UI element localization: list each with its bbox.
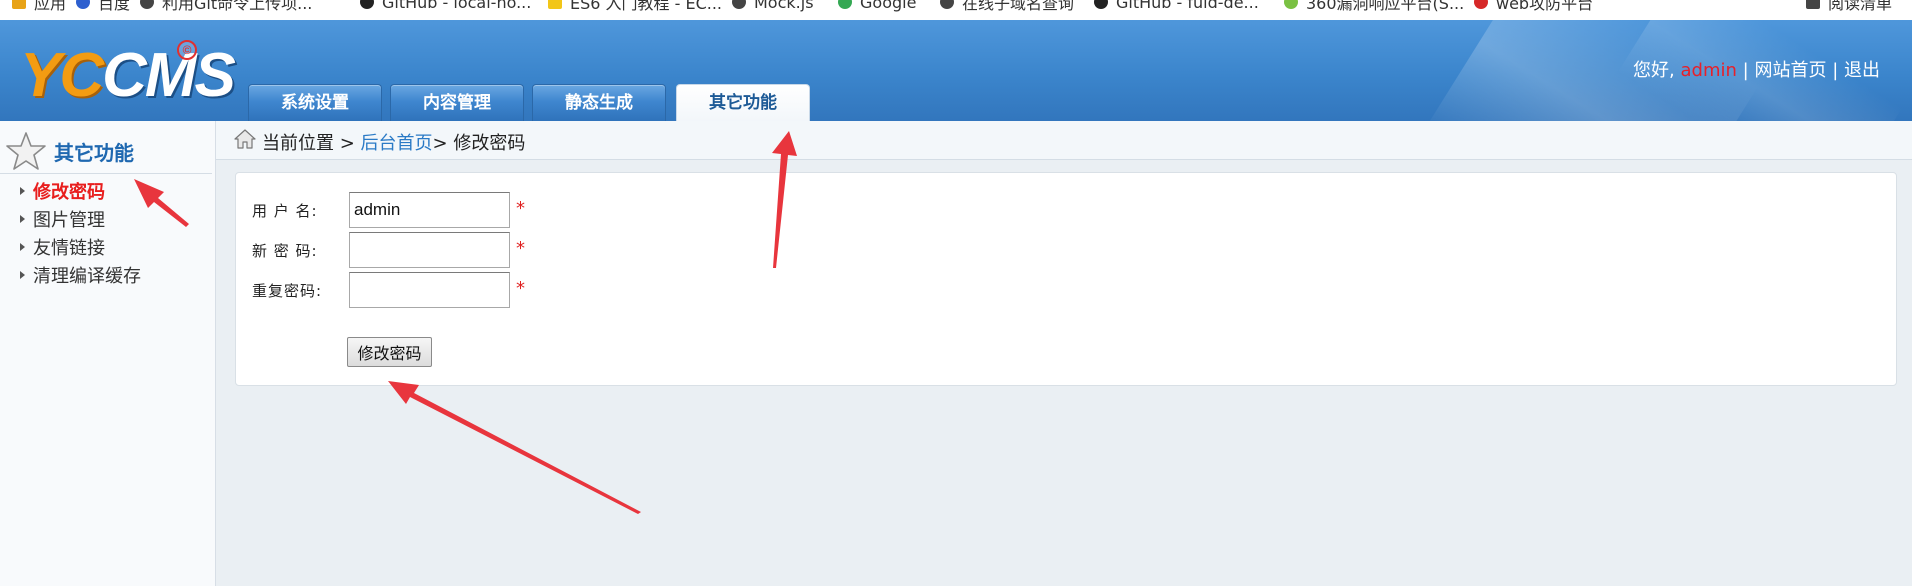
username-label: 用 户 名: [252, 202, 318, 220]
bookmark-label: ES6 入门教程 - EC... [570, 0, 723, 13]
home-icon [234, 129, 256, 149]
tab-system-settings[interactable]: 系统设置 [248, 84, 382, 121]
repeat-password-label: 重复密码: [252, 282, 323, 300]
bookmark-label: 百度 [98, 0, 131, 13]
tab-other-functions[interactable]: 其它功能 [676, 84, 810, 121]
bookmark-es6[interactable]: ES6 入门教程 - EC... [548, 0, 723, 13]
bookmark-google[interactable]: Google [838, 0, 916, 12]
logo-yc: YC [20, 41, 104, 110]
sidebar-item-friend-links[interactable]: 友情链接 [20, 233, 105, 261]
360-icon [1284, 0, 1298, 9]
new-password-row: 新 密 码: * [236, 232, 836, 270]
sidebar-title: 其它功能 [54, 141, 134, 165]
bookmark-360[interactable]: 360漏洞响应平台(S... [1284, 0, 1465, 13]
bookmark-label: 360漏洞响应平台(S... [1306, 0, 1465, 13]
greeting-text: 您好, [1633, 60, 1675, 81]
bullet-arrow-icon [20, 243, 25, 251]
site-home-link[interactable]: 网站首页 [1754, 60, 1826, 81]
required-mark: * [516, 238, 525, 259]
main-content: 当前位置 > 后台首页> 修改密码 用 户 名: * 新 密 码: * 重复密码… [216, 121, 1912, 586]
username-row: 用 户 名: * [236, 192, 836, 230]
sidebar-item-label: 图片管理 [33, 210, 105, 231]
repeat-password-field[interactable] [349, 272, 510, 308]
star-icon [6, 132, 46, 170]
breadcrumb: 当前位置 > 后台首页> 修改密码 [216, 121, 1912, 160]
breadcrumb-prefix: 当前位置 > [262, 133, 355, 154]
breadcrumb-current: 修改密码 [453, 133, 526, 154]
bookmarks-bar: 应用 百度 利用Git命令上传项... GitHub - local-no...… [0, 0, 1912, 20]
breadcrumb-home-link[interactable]: 后台首页 [361, 133, 433, 154]
required-mark: * [516, 278, 525, 299]
bookmark-label: Google [860, 0, 917, 12]
username-field[interactable] [349, 192, 510, 228]
change-password-form: 用 户 名: * 新 密 码: * 重复密码: * 修改密码 [235, 172, 1897, 386]
separator: | [1742, 60, 1749, 81]
logo-cms: CMS [102, 41, 236, 110]
sidebar-item-label: 清理编译缓存 [33, 266, 141, 287]
new-password-label: 新 密 码: [252, 242, 318, 260]
globe-icon [940, 0, 954, 9]
bookmark-label: 阅读清单 [1828, 0, 1893, 13]
admin-header: YC CMS © 系统设置 内容管理 静态生成 其它功能 您好, admin | … [0, 20, 1912, 121]
web-attack-icon [1474, 0, 1488, 9]
bookmark-mockjs[interactable]: Mock.js [732, 0, 814, 12]
google-icon [838, 0, 852, 9]
tab-static-generation[interactable]: 静态生成 [532, 84, 666, 121]
sidebar-item-label: 修改密码 [33, 182, 105, 203]
reading-list-icon [1806, 0, 1820, 9]
github-icon [1094, 0, 1108, 9]
bookmark-web-attack[interactable]: web攻防平台 [1474, 0, 1594, 13]
new-password-field[interactable] [349, 232, 510, 268]
bookmark-github-fuld[interactable]: GitHub - fuld-de... [1094, 0, 1259, 12]
bullet-arrow-icon [20, 271, 25, 279]
sidebar-header: 其它功能 [0, 129, 212, 174]
bookmark-label: 利用Git命令上传项... [162, 0, 313, 13]
bookmark-baidu[interactable]: 百度 [76, 0, 131, 13]
apps-grid-icon [12, 0, 26, 9]
search-icon [140, 0, 154, 9]
breadcrumb-text: 当前位置 > 后台首页> 修改密码 [262, 129, 525, 155]
bookmark-label: GitHub - local-no... [382, 0, 532, 12]
bookmark-label: 在线子域名查询 [962, 0, 1075, 13]
separator: | [1832, 60, 1839, 81]
bookmark-git-upload[interactable]: 利用Git命令上传项... [140, 0, 313, 13]
sidebar-item-image-management[interactable]: 图片管理 [20, 205, 105, 233]
breadcrumb-separator: > [432, 133, 448, 154]
bookmark-label: web攻防平台 [1496, 0, 1594, 13]
registered-mark-icon: © [177, 40, 197, 60]
bullet-arrow-icon [20, 187, 25, 195]
sidebar: 其它功能 修改密码 图片管理 友情链接 清理编译缓存 [0, 121, 216, 586]
baidu-paw-icon [76, 0, 90, 9]
mockjs-icon [732, 0, 746, 9]
repeat-password-row: 重复密码: * [236, 272, 836, 310]
required-mark: * [516, 198, 525, 219]
bullet-arrow-icon [20, 215, 25, 223]
user-info: 您好, admin | 网站首页 | 退出 [1633, 56, 1880, 82]
yccms-logo: YC CMS [20, 41, 236, 110]
github-icon [360, 0, 374, 9]
sidebar-item-label: 友情链接 [33, 238, 105, 259]
sidebar-item-change-password[interactable]: 修改密码 [20, 177, 105, 205]
bookmark-label: GitHub - fuld-de... [1116, 0, 1259, 12]
bookmark-apps[interactable]: 应用 [12, 0, 67, 13]
logout-link[interactable]: 退出 [1844, 60, 1880, 81]
username: admin [1680, 60, 1737, 81]
bookmark-reading-list[interactable]: 阅读清单 [1806, 0, 1893, 13]
bookmark-subdomain[interactable]: 在线子域名查询 [940, 0, 1075, 13]
es6-icon [548, 0, 562, 9]
tab-content-management[interactable]: 内容管理 [390, 84, 524, 121]
bookmark-label: Mock.js [754, 0, 814, 12]
change-password-button[interactable]: 修改密码 [347, 337, 432, 367]
bookmark-label: 应用 [34, 0, 67, 13]
sidebar-item-clear-cache[interactable]: 清理编译缓存 [20, 261, 141, 289]
bookmark-github-local[interactable]: GitHub - local-no... [360, 0, 531, 12]
